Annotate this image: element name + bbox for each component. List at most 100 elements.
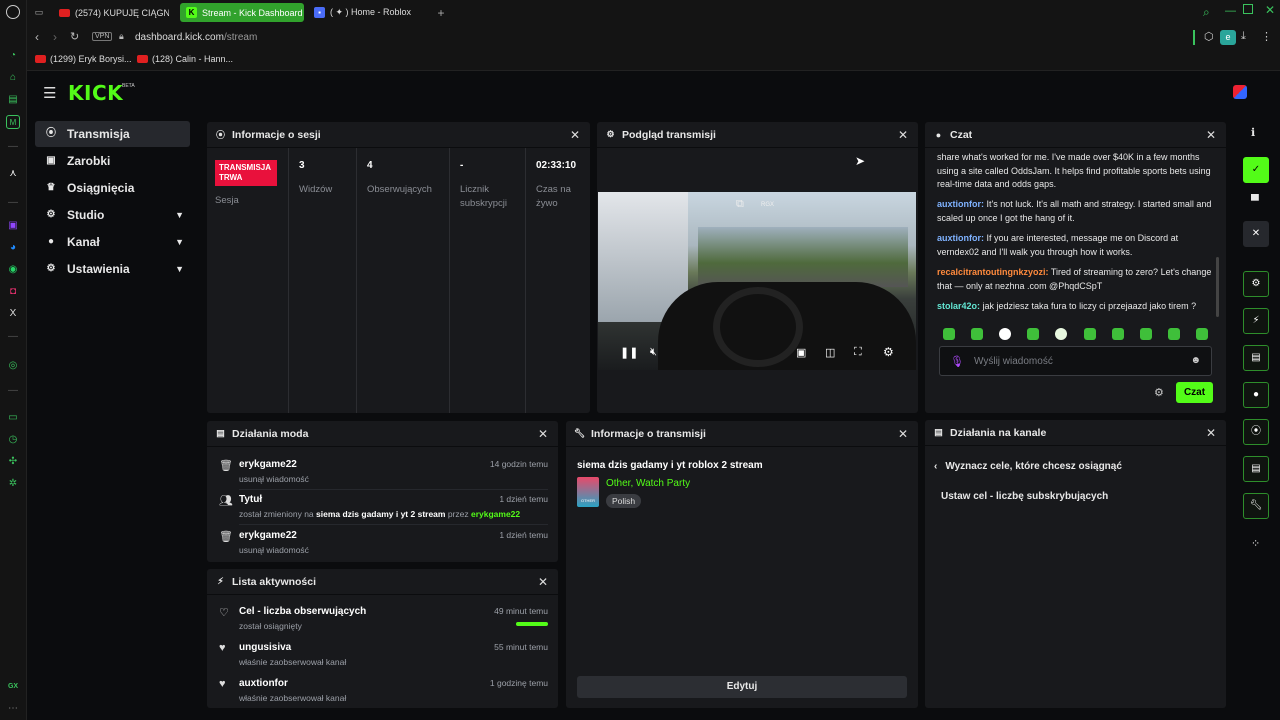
- nav-item-studio[interactable]: ⚙ Studio ▼: [35, 202, 190, 228]
- close-icon[interactable]: ✕: [570, 128, 580, 142]
- nav-item-zarobki[interactable]: ▣ Zarobki: [35, 148, 190, 174]
- close-icon[interactable]: ✕: [538, 575, 548, 589]
- emote-icon[interactable]: [1140, 328, 1152, 340]
- mic-icon[interactable]: 🎙︎: [950, 355, 964, 368]
- emote-icon[interactable]: [1196, 328, 1208, 340]
- check-button[interactable]: ✓: [1243, 157, 1269, 183]
- chat-send-button[interactable]: Czat: [1176, 382, 1213, 403]
- whatsapp-icon[interactable]: ◉: [6, 263, 20, 277]
- channel-actions-toggle[interactable]: ▤: [1243, 456, 1269, 482]
- mute-icon[interactable]: 🔇︎: [650, 346, 657, 359]
- activity-title[interactable]: auxtionfor: [239, 678, 346, 689]
- download-icon[interactable]: ⤓: [1241, 30, 1246, 43]
- close-icon[interactable]: ✕: [538, 427, 548, 441]
- mod-actions-toggle[interactable]: ▤: [1243, 345, 1269, 371]
- new-tab-button[interactable]: +: [432, 3, 450, 22]
- chat-username[interactable]: stolar42o:: [937, 301, 980, 311]
- emote-icon[interactable]: [1112, 328, 1124, 340]
- user-avatar[interactable]: [1233, 85, 1247, 99]
- chat-scrollbar[interactable]: [1216, 257, 1219, 317]
- mod-username[interactable]: erykgame22: [471, 509, 520, 519]
- close-rail-button[interactable]: ✕: [1243, 221, 1269, 247]
- settings-icon[interactable]: ✲: [6, 477, 20, 491]
- stream-preview-toggle[interactable]: ⚙: [1243, 271, 1269, 297]
- forward-icon[interactable]: ›: [53, 30, 57, 44]
- pause-icon[interactable]: ❚❚: [620, 346, 638, 359]
- bookmark-item[interactable]: (128) Calin - Hann...: [137, 54, 233, 64]
- maximize-icon[interactable]: [1243, 4, 1253, 14]
- search-tabs-icon[interactable]: ⌕: [1203, 5, 1210, 20]
- hamburger-menu-icon[interactable]: ☰: [43, 84, 56, 102]
- close-window-icon[interactable]: ✕: [1265, 3, 1275, 17]
- messenger-icon[interactable]: ◕: [6, 241, 20, 255]
- apps-icon[interactable]: ⁘: [1251, 537, 1260, 550]
- emote-icon[interactable]: [1084, 328, 1096, 340]
- edit-button[interactable]: Edytuj: [577, 676, 907, 698]
- url-field[interactable]: dashboard.kick.com/stream: [135, 32, 257, 43]
- tab-roblox[interactable]: ▪ ( ✦ ) Home - Roblox: [308, 3, 428, 22]
- clip-icon[interactable]: ◫: [825, 346, 835, 359]
- activity-title[interactable]: ungusisiva: [239, 642, 346, 653]
- menu-icon[interactable]: ⋮: [1261, 30, 1272, 43]
- nav-item-ustawienia[interactable]: ⚙ Ustawienia ▼: [35, 256, 190, 282]
- crypto-wallet-icon[interactable]: ⌂: [6, 71, 20, 85]
- twitch-icon[interactable]: ▣: [6, 219, 20, 233]
- chat-username[interactable]: auxtionfor:: [937, 233, 984, 243]
- instagram-icon[interactable]: ◘: [6, 285, 20, 299]
- messenger-m-icon[interactable]: M: [6, 115, 20, 129]
- gamer-icon[interactable]: ▤: [6, 93, 20, 107]
- player-icon[interactable]: ◎: [6, 359, 20, 373]
- emote-icon[interactable]: [943, 328, 955, 340]
- chat-toggle[interactable]: ●: [1243, 382, 1269, 408]
- opera-logo-icon[interactable]: [6, 5, 20, 19]
- category-thumbnail[interactable]: OTHER: [577, 477, 599, 507]
- close-icon[interactable]: ✕: [1206, 128, 1216, 142]
- layout-icon[interactable]: ▀: [1251, 195, 1259, 207]
- close-icon[interactable]: ✕: [898, 427, 908, 441]
- vpn-badge[interactable]: VPN: [92, 32, 113, 41]
- minimize-icon[interactable]: —: [1225, 5, 1236, 17]
- close-icon[interactable]: ✕: [1206, 426, 1216, 440]
- extensions-puzzle-icon[interactable]: ⬡: [1204, 30, 1214, 43]
- nav-item-kanal[interactable]: ● Kanał ▼: [35, 229, 190, 255]
- emote-icon[interactable]: [999, 328, 1011, 340]
- kick-logo[interactable]: KICK: [68, 81, 123, 105]
- activity-toggle[interactable]: ⚡︎: [1243, 308, 1269, 334]
- category-link[interactable]: Other, Watch Party: [606, 478, 690, 489]
- more-icon[interactable]: ⋯: [6, 702, 20, 716]
- goals-back-header[interactable]: ‹ Wyznacz cele, które chcesz osiągnąć: [934, 461, 1122, 472]
- reload-icon[interactable]: ↻: [70, 30, 79, 43]
- chat-username[interactable]: auxtionfor:: [937, 199, 984, 209]
- nav-item-transmisja[interactable]: ⦿ Transmisja: [35, 121, 190, 147]
- emote-icon[interactable]: [1055, 328, 1067, 340]
- profile-avatar[interactable]: e: [1220, 30, 1236, 45]
- mod-row-title[interactable]: erykgame22: [239, 459, 309, 470]
- chat-settings-icon[interactable]: ⚙: [1154, 386, 1164, 399]
- emoji-icon[interactable]: ☻: [1190, 355, 1201, 366]
- language-tag[interactable]: Polish: [606, 494, 642, 508]
- video-player[interactable]: ⧉ RGX ❚❚ 🔇︎ ▣ ◫ ⛶ ⚙: [598, 192, 916, 370]
- emote-icon[interactable]: [1027, 328, 1039, 340]
- goal-option[interactable]: Ustaw cel - liczbę subskrybujących: [941, 491, 1108, 502]
- tab-youtube[interactable]: (2574) KUPUJĘ CIĄGNIK: [53, 3, 169, 22]
- nav-item-osiagniecia[interactable]: ♛ Osiągnięcia: [35, 175, 190, 201]
- stream-info-toggle[interactable]: 🔧︎: [1243, 493, 1269, 519]
- settings-icon[interactable]: ⚙: [883, 345, 894, 359]
- back-icon[interactable]: ‹: [35, 30, 39, 44]
- mod-row-title[interactable]: erykgame22: [239, 530, 309, 541]
- close-icon[interactable]: ✕: [898, 128, 908, 142]
- history-icon[interactable]: ◷: [6, 433, 20, 447]
- tabs-icon[interactable]: ▭: [6, 411, 20, 425]
- aria-icon[interactable]: ◔: [6, 49, 20, 63]
- session-toggle[interactable]: ⦿: [1243, 419, 1269, 445]
- chat-input[interactable]: 🎙︎ Wyślij wiadomość ☻: [939, 346, 1212, 376]
- extensions-icon[interactable]: ✣: [6, 455, 20, 469]
- kick-app-icon[interactable]: ⋏: [6, 167, 20, 181]
- theater-icon[interactable]: ▣: [796, 346, 806, 359]
- tab-islands-icon[interactable]: ▭: [27, 3, 51, 22]
- emote-icon[interactable]: [971, 328, 983, 340]
- pip-icon[interactable]: ⧉: [736, 198, 744, 211]
- bookmark-item[interactable]: (1299) Eryk Borysi...: [35, 54, 132, 64]
- chat-username[interactable]: recalcitrantoutingnkzyozi:: [937, 267, 1049, 277]
- x-twitter-icon[interactable]: X: [6, 307, 20, 321]
